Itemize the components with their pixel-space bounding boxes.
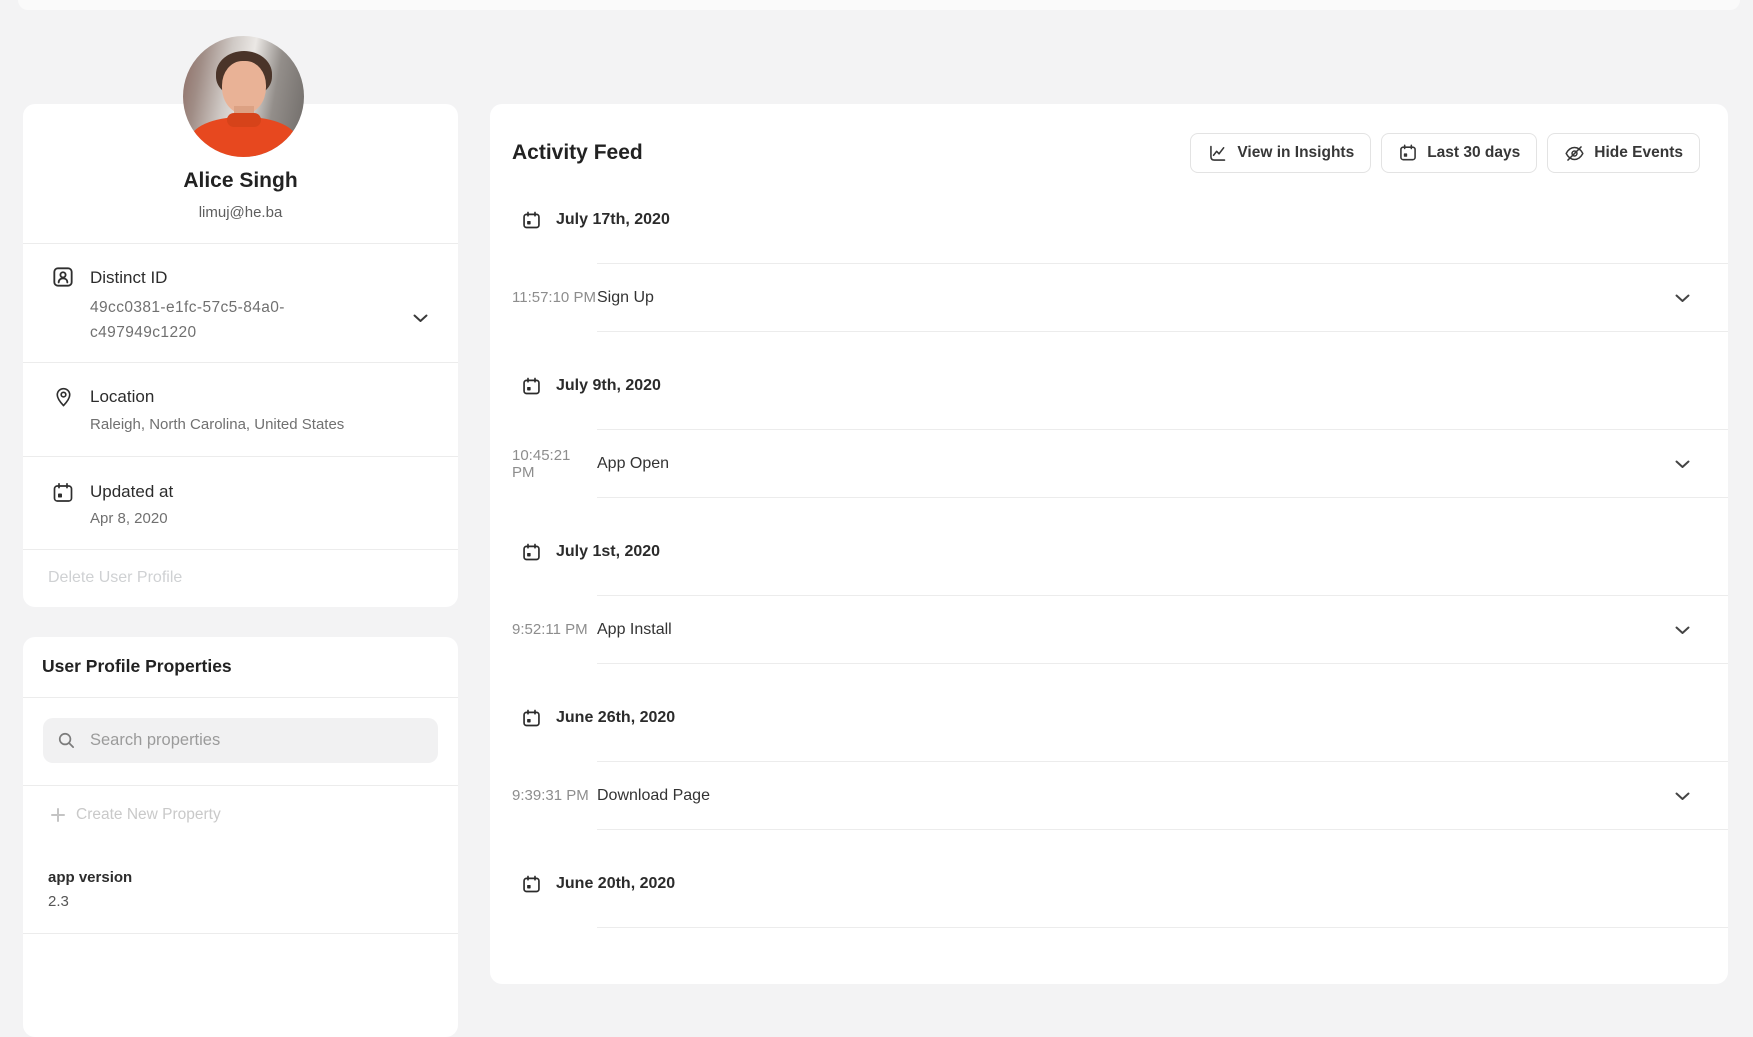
- date-heading: June 26th, 2020: [490, 698, 1728, 738]
- id-badge-icon: [50, 264, 76, 290]
- user-email: limuj@he.ba: [23, 204, 458, 221]
- activity-feed-card: Activity Feed View in Insights Last 30: [490, 104, 1728, 984]
- chevron-down-icon[interactable]: [1675, 460, 1690, 469]
- chevron-down-icon[interactable]: [1675, 294, 1690, 303]
- search-properties-input[interactable]: [90, 731, 424, 750]
- user-name: Alice Singh: [23, 169, 458, 193]
- updated-at-value: Apr 8, 2020: [90, 510, 168, 527]
- divider: [23, 785, 458, 786]
- location-value: Raleigh, North Carolina, United States: [90, 416, 344, 433]
- divider: [23, 549, 458, 550]
- calendar-icon: [521, 210, 542, 231]
- divider: [23, 243, 458, 244]
- user-profile-card: Alice Singh limuj@he.ba Distinct ID 49cc…: [23, 104, 458, 607]
- date-range-label: Last 30 days: [1427, 144, 1520, 162]
- calendar-icon: [521, 542, 542, 563]
- calendar-icon: [1398, 143, 1418, 163]
- divider: [597, 497, 1728, 498]
- date-heading: July 9th, 2020: [490, 366, 1728, 406]
- avatar: [183, 36, 304, 157]
- date-heading: July 1st, 2020: [490, 532, 1728, 572]
- event-time: 10:45:21 PM: [512, 447, 597, 481]
- create-new-property-label: Create New Property: [76, 806, 221, 824]
- user-profile-properties-card: User Profile Properties Create New Prope…: [23, 637, 458, 1037]
- distinct-id-value: 49cc0381-e1fc-57c5-84a0- c497949c1220: [90, 295, 330, 345]
- feed-date-group: July 17th, 2020 11:57:10 PM Sign Up: [490, 200, 1728, 332]
- calendar-icon: [521, 376, 542, 397]
- feed-date-group: July 1st, 2020 9:52:11 PM App Install: [490, 532, 1728, 664]
- event-row[interactable]: 11:57:10 PM Sign Up: [490, 264, 1728, 331]
- avatar-collar: [227, 113, 261, 127]
- divider: [597, 331, 1728, 332]
- divider: [597, 927, 1728, 928]
- event-time: 11:57:10 PM: [512, 289, 597, 306]
- chevron-down-icon[interactable]: [413, 314, 428, 323]
- location-pin-icon: [52, 385, 75, 408]
- feed-date-group: June 26th, 2020 9:39:31 PM Download Page: [490, 698, 1728, 830]
- date-heading: June 20th, 2020: [490, 864, 1728, 904]
- event-row[interactable]: 9:39:31 PM Download Page: [490, 762, 1728, 829]
- top-nav-edge: [18, 0, 1740, 10]
- event-time: 9:39:31 PM: [512, 787, 597, 804]
- activity-feed-title: Activity Feed: [512, 141, 643, 165]
- search-properties-box[interactable]: [43, 718, 438, 763]
- divider: [597, 663, 1728, 664]
- property-name: app version: [48, 869, 132, 886]
- property-value: 2.3: [48, 893, 132, 910]
- date-heading-label: July 1st, 2020: [556, 543, 660, 561]
- property-list-item[interactable]: app version 2.3: [48, 869, 132, 910]
- plus-icon: [50, 807, 66, 823]
- location-label: Location: [90, 387, 154, 407]
- calendar-icon: [521, 874, 542, 895]
- create-new-property-button[interactable]: Create New Property: [50, 806, 221, 824]
- chevron-down-icon[interactable]: [1675, 792, 1690, 801]
- calendar-icon: [51, 481, 75, 505]
- chevron-down-icon[interactable]: [1675, 626, 1690, 635]
- line-chart-icon: [1207, 143, 1228, 164]
- properties-title: User Profile Properties: [42, 656, 232, 677]
- divider: [23, 456, 458, 457]
- feed-date-group: July 9th, 2020 10:45:21 PM App Open: [490, 366, 1728, 498]
- event-name: App Open: [597, 455, 669, 473]
- distinct-id-line2: c497949c1220: [90, 324, 197, 341]
- hide-events-label: Hide Events: [1594, 144, 1683, 162]
- event-time: 9:52:11 PM: [512, 621, 597, 638]
- event-name: App Install: [597, 621, 672, 639]
- event-row[interactable]: 10:45:21 PM App Open: [490, 430, 1728, 497]
- event-name: Sign Up: [597, 289, 654, 307]
- distinct-id-line1: 49cc0381-e1fc-57c5-84a0-: [90, 299, 285, 316]
- date-heading-label: June 26th, 2020: [556, 709, 675, 727]
- hide-events-button[interactable]: Hide Events: [1547, 133, 1700, 173]
- distinct-id-label: Distinct ID: [90, 268, 167, 288]
- date-heading: July 17th, 2020: [490, 200, 1728, 240]
- divider: [23, 933, 458, 934]
- divider: [23, 362, 458, 363]
- divider: [23, 697, 458, 698]
- view-in-insights-label: View in Insights: [1237, 144, 1354, 162]
- event-name: Download Page: [597, 787, 710, 805]
- search-icon: [57, 731, 76, 750]
- eye-off-icon: [1564, 143, 1585, 164]
- date-heading-label: July 9th, 2020: [556, 377, 661, 395]
- feed-date-group: June 20th, 2020: [490, 864, 1728, 928]
- event-feed: July 17th, 2020 11:57:10 PM Sign Up: [490, 200, 1728, 928]
- date-range-button[interactable]: Last 30 days: [1381, 133, 1537, 173]
- date-heading-label: July 17th, 2020: [556, 211, 670, 229]
- delete-user-profile-button[interactable]: Delete User Profile: [48, 569, 182, 587]
- updated-at-label: Updated at: [90, 482, 173, 502]
- divider: [597, 829, 1728, 830]
- view-in-insights-button[interactable]: View in Insights: [1190, 133, 1371, 173]
- date-heading-label: June 20th, 2020: [556, 875, 675, 893]
- calendar-icon: [521, 708, 542, 729]
- event-row[interactable]: 9:52:11 PM App Install: [490, 596, 1728, 663]
- activity-toolbar: View in Insights Last 30 days: [1190, 133, 1700, 173]
